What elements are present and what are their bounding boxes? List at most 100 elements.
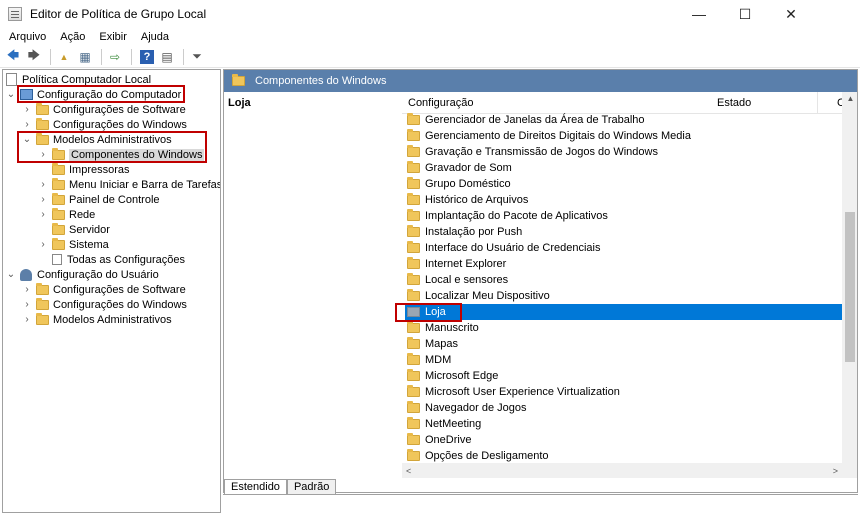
folder-icon [407, 225, 420, 237]
scroll-up-icon[interactable]: ▲ [842, 92, 857, 106]
list-item-label: Local e sensores [425, 274, 509, 286]
scroll-right-icon[interactable]: > [833, 466, 838, 476]
list-item-label: Gravador de Som [425, 162, 512, 174]
column-header-row: Configuração Estado C [402, 91, 857, 114]
tab-extended[interactable]: Estendido [224, 479, 287, 494]
chevron-right-icon[interactable]: › [22, 284, 32, 295]
details-pane[interactable]: Componentes do Windows Loja Configuração… [223, 69, 858, 493]
list-item[interactable]: Implantação do Pacote de Aplicativos [405, 208, 843, 224]
list-item-selected[interactable]: Loja [405, 304, 843, 320]
chevron-down-icon[interactable]: ⌄ [6, 89, 16, 100]
menu-ajuda[interactable]: Ajuda [134, 31, 176, 43]
up-folder-icon[interactable]: ▲ [55, 48, 73, 66]
tree-pane[interactable]: Política Computador Local ⌄ Configuração… [2, 69, 221, 513]
tree-item-computer-config[interactable]: ⌄ Configuração do Computador [6, 87, 182, 102]
list-item[interactable]: Internet Explorer [405, 256, 843, 272]
list-item[interactable]: Instalação por Push [405, 224, 843, 240]
tree-item-all-settings[interactable]: Todas as Configurações [52, 252, 185, 267]
folder-icon [407, 307, 420, 317]
vertical-scroll-thumb[interactable] [845, 212, 855, 362]
chevron-right-icon[interactable]: › [22, 299, 32, 310]
horizontal-scrollbar[interactable]: < > [402, 463, 842, 478]
tree-item-network[interactable]: › Rede [38, 207, 95, 222]
properties-icon[interactable]: ▤ [158, 48, 176, 66]
tree-item-system[interactable]: › Sistema [38, 237, 109, 252]
tree-item-admin-templates[interactable]: ⌄ Modelos Administrativos [22, 132, 172, 147]
close-button[interactable]: ✕ [768, 0, 814, 28]
tree-item-user-windows-settings[interactable]: › Configurações do Windows [22, 297, 187, 312]
list-item[interactable]: NetMeeting [405, 416, 843, 432]
list-item[interactable]: Gerenciamento de Direitos Digitais do Wi… [405, 128, 843, 144]
column-header-state[interactable]: Estado [717, 97, 817, 109]
tree-item-root[interactable]: Política Computador Local [6, 72, 151, 87]
list-item[interactable]: Gravação e Transmissão de Jogos do Windo… [405, 144, 843, 160]
tree-item-label: Modelos Administrativos [53, 313, 172, 326]
folder-icon [407, 241, 420, 253]
back-arrow-icon[interactable]: 🡄 [4, 48, 22, 66]
list-item[interactable]: Gerenciador de Janelas da Área de Trabal… [405, 112, 843, 128]
status-bar [223, 494, 858, 513]
chevron-right-icon[interactable]: › [38, 194, 48, 205]
show-hide-tree-icon[interactable]: ▦ [76, 48, 94, 66]
minimize-button[interactable]: — [676, 0, 722, 28]
menu-acao[interactable]: Ação [53, 31, 92, 43]
toolbar-separator [131, 48, 132, 65]
chevron-right-icon[interactable]: › [38, 209, 48, 220]
vertical-scrollbar[interactable]: ▲ [842, 92, 857, 478]
list-item[interactable]: OneDrive [405, 432, 843, 448]
tree-item-start-menu[interactable]: › Menu Iniciar e Barra de Tarefas [38, 177, 220, 192]
export-list-icon[interactable]: ⇨ [106, 48, 124, 66]
user-icon [20, 268, 32, 281]
folder-icon [52, 162, 65, 175]
menu-exibir[interactable]: Exibir [92, 31, 134, 43]
tree-item-label: Sistema [69, 238, 109, 251]
tree-item-label: Impressoras [69, 163, 130, 176]
column-header-setting[interactable]: Configuração [402, 97, 717, 109]
tree-item-windows-settings[interactable]: › Configurações do Windows [22, 117, 187, 132]
help-icon[interactable]: ? [140, 49, 154, 64]
list-item[interactable]: Gravador de Som [405, 160, 843, 176]
chevron-right-icon[interactable]: › [38, 239, 48, 250]
chevron-right-icon[interactable]: › [38, 149, 48, 160]
tree-item-printers[interactable]: Impressoras [52, 162, 130, 177]
tree-item-control-panel[interactable]: › Painel de Controle [38, 192, 160, 207]
chevron-right-icon[interactable]: › [22, 119, 32, 130]
chevron-right-icon[interactable]: › [22, 104, 32, 115]
list-item[interactable]: Microsoft Edge [405, 368, 843, 384]
maximize-button[interactable]: ☐ [722, 0, 768, 28]
list-item[interactable]: Localizar Meu Dispositivo [405, 288, 843, 304]
list-item-label: Microsoft User Experience Virtualization [425, 386, 620, 398]
list-item[interactable]: Manuscrito [405, 320, 843, 336]
tree-item-server[interactable]: Servidor [52, 222, 110, 237]
tree-item-user-software-settings[interactable]: › Configurações de Software [22, 282, 186, 297]
list-item[interactable]: Navegador de Jogos [405, 400, 843, 416]
list-item[interactable]: Grupo Doméstico [405, 176, 843, 192]
chevron-right-icon[interactable]: › [22, 314, 32, 325]
chevron-down-icon[interactable]: ⌄ [6, 269, 16, 280]
list-item-label: Gravação e Transmissão de Jogos do Windo… [425, 146, 658, 158]
filter-icon[interactable]: ⏷ [188, 48, 206, 66]
tree-item-software-settings[interactable]: › Configurações de Software [22, 102, 186, 117]
list-item-label: Gerenciador de Janelas da Área de Trabal… [425, 114, 645, 126]
folder-icon [407, 113, 420, 125]
tree-item-user-config[interactable]: ⌄ Configuração do Usuário [6, 267, 159, 282]
chevron-down-icon[interactable]: ⌄ [22, 134, 32, 145]
list-item[interactable]: Opções de Desligamento [405, 448, 843, 464]
list-item[interactable]: Microsoft User Experience Virtualization [405, 384, 843, 400]
chevron-right-icon[interactable]: › [38, 179, 48, 190]
list-item-label: Grupo Doméstico [425, 178, 511, 190]
list-item[interactable]: Interface do Usuário de Credenciais [405, 240, 843, 256]
tab-standard[interactable]: Padrão [286, 479, 337, 494]
list-item-label: Histórico de Arquivos [425, 194, 529, 206]
list-item[interactable]: MDM [405, 352, 843, 368]
folder-icon [36, 312, 49, 325]
list-item[interactable]: Mapas [405, 336, 843, 352]
tree-item-windows-components[interactable]: › Componentes do Windows [38, 147, 205, 162]
list-item[interactable]: Histórico de Arquivos [405, 192, 843, 208]
list-item-label: Navegador de Jogos [425, 402, 527, 414]
tree-item-user-admin-templates[interactable]: › Modelos Administrativos [22, 312, 172, 327]
forward-arrow-icon[interactable]: 🡆 [25, 48, 43, 66]
list-item[interactable]: Local e sensores [405, 272, 843, 288]
scroll-left-icon[interactable]: < [406, 466, 411, 476]
menu-arquivo[interactable]: Arquivo [0, 31, 53, 43]
